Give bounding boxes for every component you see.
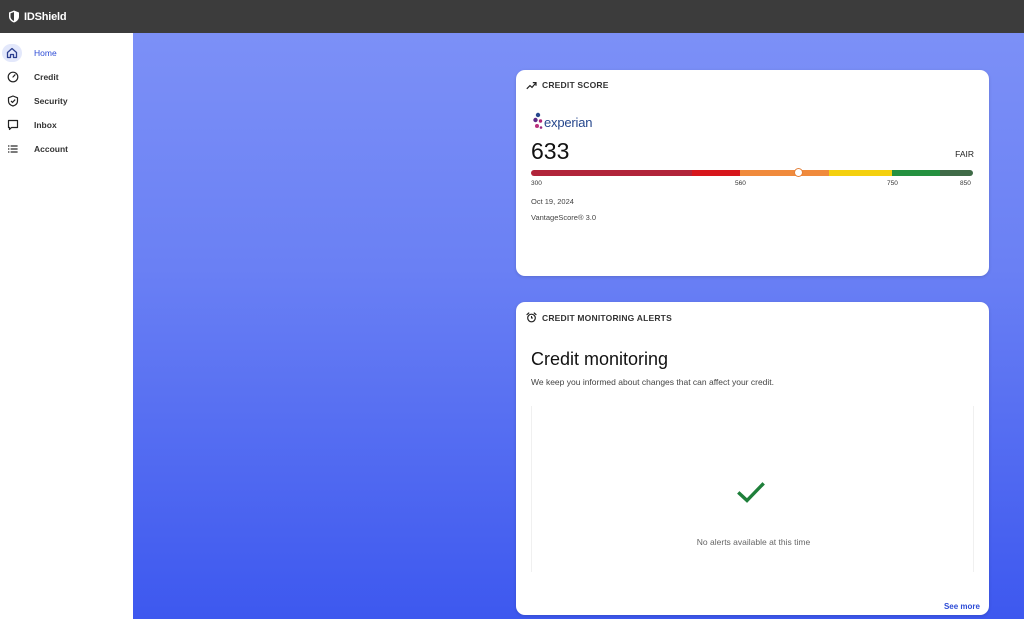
alarm-clock-icon [526,312,537,323]
brand-logo[interactable]: IDShield [8,10,67,23]
check-icon [737,482,765,503]
score-bar-segment [892,170,940,176]
card-header: CREDIT SCORE [526,80,609,90]
sidebar-item-security[interactable]: Security [0,89,133,113]
gauge-icon [4,68,22,86]
tick-label: 750 [887,180,898,187]
credit-monitoring-card[interactable]: CREDIT MONITORING ALERTS Credit monitori… [516,302,989,615]
sidebar-item-inbox[interactable]: Inbox [0,113,133,137]
score-bar-segment [692,170,740,176]
score-bar-segment [531,170,692,176]
tick-label: 560 [735,180,746,187]
score-bar-segment [829,170,892,176]
experian-logo: experian [533,112,592,132]
credit-score-card[interactable]: CREDIT SCORE experian 633 FAIR 300 560 7… [516,70,989,276]
sidebar-item-label: Home [34,48,57,58]
main-content: CREDIT SCORE experian 633 FAIR 300 560 7… [133,33,1024,619]
sidebar-item-label: Credit [34,72,59,82]
score-bar-segment [940,170,973,176]
list-icon [4,140,22,158]
sidebar-item-label: Security [34,96,68,106]
credit-rating: FAIR [955,149,974,159]
sidebar-item-label: Account [34,144,68,154]
brand-name: IDShield [24,10,67,23]
message-icon [4,116,22,134]
section-title: Credit monitoring [531,349,669,369]
sidebar-item-account[interactable]: Account [0,137,133,161]
credit-score-value: 633 [531,138,570,164]
empty-state-message: No alerts available at this time [696,537,811,547]
experian-dots-icon [533,112,543,129]
score-bar-segment [740,170,829,176]
trending-up-icon [526,81,537,89]
sidebar-item-home[interactable]: Home [0,41,133,65]
sidebar-item-credit[interactable]: Credit [0,65,133,89]
shield-logo-icon [9,10,19,23]
sidebar: Home Credit Security Inbox Account [0,33,133,619]
tick-label: 850 [960,180,971,187]
score-model: VantageScore® 3.0 [531,213,597,222]
card-title: CREDIT MONITORING ALERTS [542,312,672,323]
score-date: Oct 19, 2024 [531,197,574,206]
score-range-bar [531,170,973,176]
home-icon [2,44,22,62]
see-more-link[interactable]: See more [944,602,980,611]
section-subtitle: We keep you informed about changes that … [531,377,775,387]
alerts-list: No alerts available at this time [531,406,974,572]
sidebar-item-label: Inbox [34,120,57,130]
bureau-name: experian [544,114,593,130]
shield-check-icon [4,92,22,110]
card-header: CREDIT MONITORING ALERTS [526,312,672,323]
card-title: CREDIT SCORE [542,80,609,90]
tick-label: 300 [531,180,542,187]
top-bar: IDShield [0,0,1024,33]
